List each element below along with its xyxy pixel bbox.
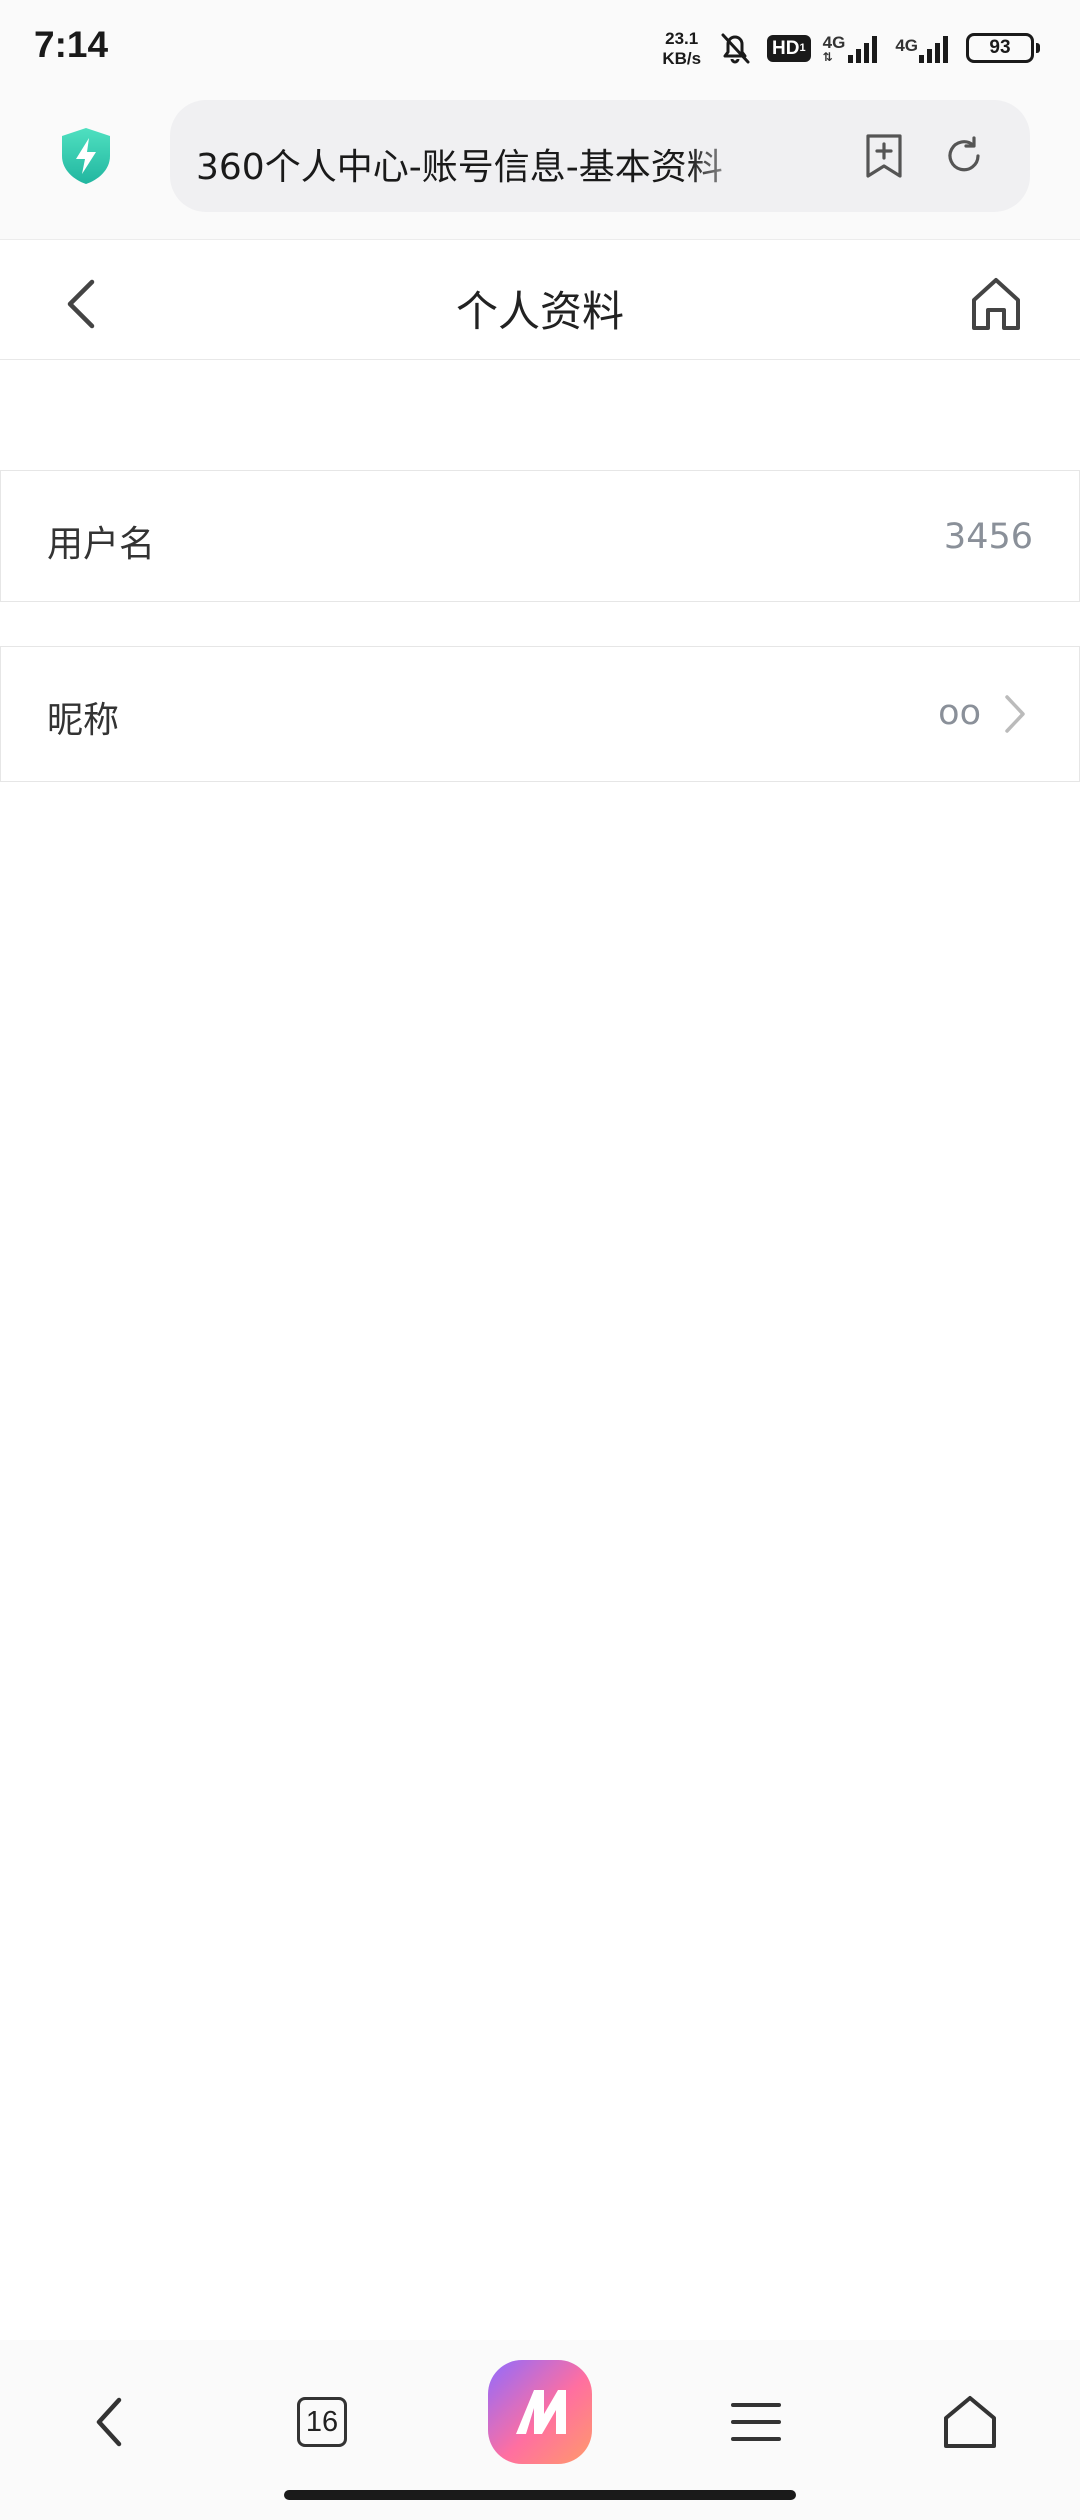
refresh-button[interactable] (940, 132, 988, 180)
home-icon (972, 278, 1020, 330)
battery-icon: 93 (966, 33, 1040, 63)
battery-level: 93 (989, 37, 1011, 58)
page-header: 个人资料 (0, 250, 1080, 360)
menu-button[interactable] (716, 2382, 796, 2462)
toolbar-home-button[interactable] (930, 2382, 1010, 2462)
network-speed-value: 23.1 (665, 28, 699, 48)
network-speed: 23.1 KB/s (662, 30, 701, 67)
nickname-label: 昵称 (47, 700, 120, 741)
page-title: 个人资料 (455, 287, 624, 336)
ai-assistant-icon (488, 2360, 592, 2464)
home-button[interactable] (964, 272, 1028, 336)
status-time: 7:14 (34, 24, 109, 65)
chevron-left-icon (96, 2397, 122, 2447)
username-label: 用户名 (47, 524, 156, 565)
add-bookmark-button[interactable] (860, 132, 908, 180)
sim1-network-label: 4G (822, 32, 846, 52)
mute-bell-icon (715, 28, 755, 68)
ai-assistant-button[interactable] (486, 2358, 594, 2466)
chevron-right-icon (1001, 693, 1029, 735)
nickname-row[interactable]: 昵称 oo (0, 646, 1080, 782)
refresh-icon (948, 136, 980, 172)
menu-icon (731, 2403, 781, 2441)
signal-sim2-icon: 4G (895, 33, 954, 63)
tabs-button[interactable]: 16 (282, 2382, 362, 2462)
status-icons: 23.1 KB/s HD 1 4G ⇅ 4G 93 (662, 24, 1040, 72)
hd-label: HD (772, 37, 800, 59)
network-speed-unit: KB/s (662, 48, 702, 68)
username-value: 3456 (943, 517, 1033, 557)
tab-count: 16 (297, 2397, 347, 2447)
url-bar[interactable]: 360个人中心-账号信息-基本资料 (170, 100, 1030, 212)
bookmark-add-icon (866, 134, 902, 178)
browser-address-bar: 360个人中心-账号信息-基本资料 (0, 92, 1080, 240)
signal-sim1-icon: 4G ⇅ (823, 33, 884, 63)
security-shield-icon[interactable] (54, 124, 118, 188)
home-icon (944, 2396, 996, 2448)
hd-voice-icon: HD 1 (767, 34, 811, 62)
url-title[interactable]: 360个人中心-账号信息-基本资料 (196, 138, 756, 190)
home-indicator[interactable] (284, 2490, 796, 2500)
username-row: 用户名 3456 (0, 470, 1080, 602)
toolbar-back-button[interactable] (70, 2382, 150, 2462)
page: 7:14 23.1 KB/s HD 1 4G ⇅ 4G 93 360个人中心-账… (0, 0, 1080, 2520)
sim2-network-label: 4G (895, 36, 918, 55)
status-bar: 7:14 23.1 KB/s HD 1 4G ⇅ 4G 93 (0, 0, 1080, 92)
nickname-value: oo (938, 693, 981, 733)
